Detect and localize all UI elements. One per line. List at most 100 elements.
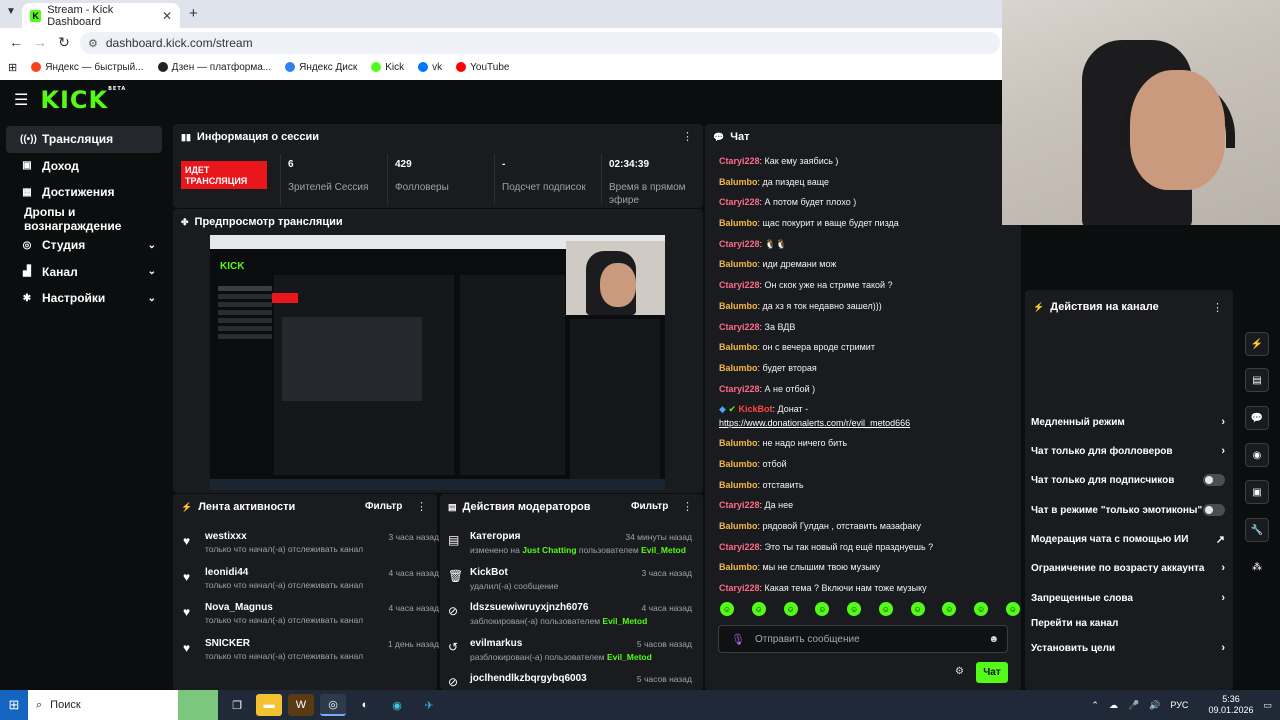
chat-message[interactable]: Ctaryi228: 🐧🐧 <box>719 234 1015 255</box>
browser-tab[interactable]: K Stream - Kick Dashboard ✕ <box>22 3 180 28</box>
sidebar-item[interactable]: ((•)) Трансляция <box>6 126 162 153</box>
chat-message[interactable]: Balumbo: да пиздец ваще <box>719 172 1015 193</box>
edge-icon[interactable]: ◉ <box>384 694 410 716</box>
mic-icon[interactable]: 🎤 <box>1128 700 1139 711</box>
chat-message[interactable]: Balumbo: отбой <box>719 454 1015 475</box>
kebab-menu-icon[interactable]: ⋮ <box>416 500 427 513</box>
emote-icon[interactable]: ☺ <box>974 602 989 616</box>
file-explorer-icon[interactable]: ▬ <box>256 694 282 716</box>
chat-link[interactable]: https://www.donationalerts.com/r/evil_me… <box>719 418 910 428</box>
chat-input[interactable]: 🎙 Отправить сообщение ☻ <box>718 625 1008 653</box>
channel-action-item[interactable]: Медленный режим › <box>1031 412 1225 432</box>
emoji-icon[interactable]: ☻ <box>988 634 999 645</box>
forward-icon[interactable]: → <box>28 34 52 50</box>
chat-message[interactable]: Balumbo: отставить <box>719 475 1015 496</box>
chat-message[interactable]: ◆ ✔ KickBot: Донат - https://www.donation… <box>719 399 1015 433</box>
menu-icon[interactable]: ☰ <box>14 90 28 110</box>
chat-message[interactable]: Balumbo: он с вечера вроде стримит <box>719 337 1015 358</box>
channel-action-item[interactable]: Ограничение по возрасту аккаунта › <box>1031 558 1225 578</box>
lightning-icon[interactable]: ⚡ <box>1245 332 1269 356</box>
new-tab-icon[interactable]: + <box>189 5 198 22</box>
chat-message[interactable]: Balumbo: да хз я ток недавно зашел))) <box>719 296 1015 317</box>
chat-message[interactable]: Ctaryi228: Как ему заябись ) <box>719 151 1015 172</box>
chat-message[interactable]: Balumbo: будет вторая <box>719 358 1015 379</box>
channel-action-item[interactable]: Чат в режиме "только эмотиконы" <box>1031 500 1225 520</box>
chat-message[interactable]: Balumbo: щас покурит и ваще будет пизда <box>719 213 1015 234</box>
chat-message[interactable]: Ctaryi228: За ВДВ <box>719 317 1015 338</box>
emote-icon[interactable]: ☺ <box>1005 602 1020 616</box>
bookmark-item[interactable]: vk <box>418 62 442 73</box>
language-indicator[interactable]: РУС <box>1170 700 1188 710</box>
channel-action-item[interactable]: Чат только для фолловеров › <box>1031 441 1225 461</box>
mod-filter-button[interactable]: Фильтр <box>631 501 668 512</box>
toggle-switch[interactable] <box>1203 504 1225 516</box>
chat-message[interactable]: Ctaryi228: Он скок уже на стриме такой ? <box>719 275 1015 296</box>
wow-icon[interactable]: W <box>288 694 314 716</box>
bookmark-item[interactable]: Яндекс Диск <box>285 62 357 73</box>
bookmark-item[interactable]: Kick <box>371 62 404 73</box>
task-view-icon[interactable]: ❐ <box>224 694 250 716</box>
chat-message[interactable]: Ctaryi228: Это ты так новый год ещё праз… <box>719 537 1015 558</box>
emote-icon[interactable]: ☺ <box>815 602 830 616</box>
emote-icon[interactable]: ☺ <box>942 602 957 616</box>
back-icon[interactable]: ← <box>4 34 28 50</box>
wrench-icon[interactable]: 🔧 <box>1245 518 1269 542</box>
microphone-icon[interactable]: 🎙 <box>731 633 745 646</box>
activity-filter-button[interactable]: Фильтр <box>365 501 402 512</box>
taskbar-search[interactable]: ⌕ Поиск <box>28 690 218 720</box>
tab-search-icon[interactable]: ▼ <box>6 6 16 17</box>
apps-grid-icon[interactable]: ⊞ <box>8 61 17 74</box>
share-icon[interactable]: ⁂ <box>1245 555 1269 579</box>
site-info-icon[interactable]: ⚙ <box>88 37 98 50</box>
sidebar-item[interactable]: ▟ Канал ⌄ <box>6 259 162 286</box>
close-tab-icon[interactable]: ✕ <box>162 9 172 23</box>
bookmark-item[interactable]: Дзен — платформа... <box>157 62 271 73</box>
channel-action-item[interactable]: Чат только для подписчиков <box>1031 470 1225 490</box>
chat-icon[interactable]: 💬 <box>1245 406 1269 430</box>
sidebar-item[interactable]: ✱ Настройки ⌄ <box>6 285 162 312</box>
emote-icon[interactable]: ☺ <box>910 602 925 616</box>
emote-icon[interactable]: ☺ <box>878 602 893 616</box>
reload-icon[interactable]: ↻ <box>52 34 76 51</box>
channel-action-item[interactable]: Запрещенные слова › <box>1031 588 1225 608</box>
telegram-icon[interactable]: ✈ <box>416 694 442 716</box>
toggle-switch[interactable] <box>1203 474 1225 486</box>
sidebar-item[interactable]: ◎ Студия ⌄ <box>6 232 162 259</box>
channel-action-item[interactable]: Модерация чата с помощью ИИ ↗ <box>1031 529 1225 549</box>
mod-view-icon[interactable]: ▣ <box>1245 480 1269 504</box>
chat-message[interactable]: Ctaryi228: А потом будет плохо ) <box>719 192 1015 213</box>
kick-logo[interactable]: KICKBETA <box>40 86 126 114</box>
chat-message[interactable]: Ctaryi228: Да нее <box>719 495 1015 516</box>
bookmark-item[interactable]: YouTube <box>456 62 509 73</box>
url-field[interactable]: ⚙ dashboard.kick.com/stream <box>80 32 1000 54</box>
windows-start-icon[interactable]: ⊞ <box>0 690 28 720</box>
tray-arrow-icon[interactable]: ⌃ <box>1091 700 1099 711</box>
obs-icon[interactable]: ◐ <box>352 694 378 716</box>
chat-settings-icon[interactable]: ⚙ <box>955 666 964 677</box>
sidebar-item[interactable]: ▦ Достижения <box>6 179 162 206</box>
chat-message[interactable]: Balumbo: мы не слышим твою музыку <box>719 557 1015 578</box>
clock[interactable]: 5:36 09.01.2026 <box>1198 694 1253 716</box>
emote-icon[interactable]: ☺ <box>847 602 862 616</box>
chat-message[interactable]: Balumbo: не надо ничего бить <box>719 433 1015 454</box>
stream-preview-video[interactable]: KICK <box>210 235 665 490</box>
chat-message[interactable]: Ctaryi228: А не отбой ) <box>719 379 1015 400</box>
chat-message[interactable]: Ctaryi228: Какая тема ? Включи нам тоже … <box>719 578 1015 599</box>
document-icon[interactable]: ▤ <box>1245 368 1269 392</box>
volume-icon[interactable]: 🔊 <box>1149 700 1160 711</box>
sidebar-item[interactable]: ▣ Доход <box>6 153 162 180</box>
broadcast-icon[interactable]: ◉ <box>1245 443 1269 467</box>
kebab-menu-icon[interactable]: ⋮ <box>682 500 693 513</box>
kebab-menu-icon[interactable]: ⋮ <box>1212 301 1223 314</box>
network-icon[interactable]: ☁ <box>1109 700 1118 711</box>
emote-icon[interactable]: ☺ <box>720 602 734 616</box>
kebab-menu-icon[interactable]: ⋮ <box>682 130 693 143</box>
chat-message[interactable]: Balumbo: иди дремани мож <box>719 254 1015 275</box>
bookmark-item[interactable]: Яндекс — быстрый... <box>31 62 144 73</box>
chrome-icon[interactable]: ◎ <box>320 694 346 716</box>
channel-action-item[interactable]: Установить цели › <box>1031 638 1225 658</box>
chat-message[interactable]: Balumbo: рядовой Гулдан , отставить маза… <box>719 516 1015 537</box>
emote-icon[interactable]: ☺ <box>783 602 798 616</box>
send-chat-button[interactable]: Чат <box>976 662 1008 683</box>
sidebar-item[interactable]: Дропы и вознаграждение <box>6 205 162 233</box>
